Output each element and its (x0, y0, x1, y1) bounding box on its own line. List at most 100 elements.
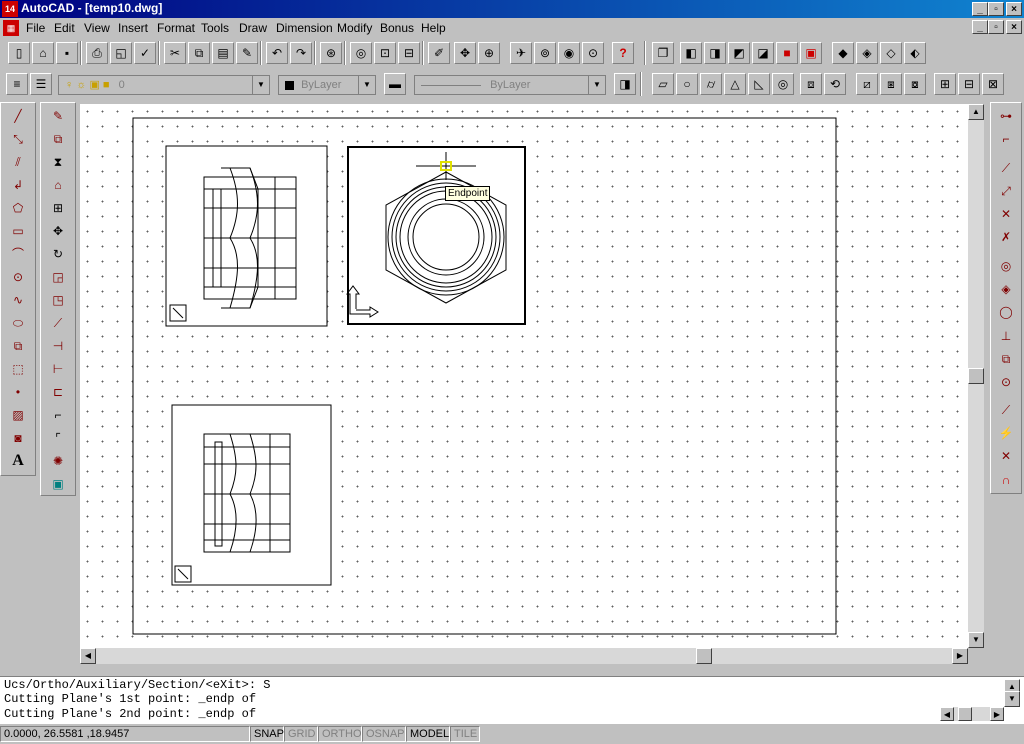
make-object-layer-current-icon[interactable]: ≡ (6, 73, 28, 95)
point-icon[interactable]: • (7, 381, 29, 403)
named-views-icon[interactable]: ❐ (652, 42, 674, 64)
snap-center-icon[interactable]: ◎ (995, 255, 1017, 277)
zoom-previous-icon[interactable]: ◉ (558, 42, 580, 64)
snap-nearest-icon[interactable]: ⟋ (995, 399, 1017, 421)
linetype-combo[interactable]: ByLayer ▼ (414, 75, 606, 95)
scale-icon[interactable]: ◲ (47, 266, 69, 288)
insert-block-icon[interactable]: ⧉ (7, 335, 29, 357)
snap-quick-icon[interactable]: ⚡ (995, 422, 1017, 444)
pan-icon[interactable]: ✥ (454, 42, 476, 64)
osnap-settings-icon[interactable]: ∩ (995, 469, 1017, 491)
snap-quadrant-icon[interactable]: ◈ (995, 278, 1017, 300)
color-combo[interactable]: ByLayer ▼ (278, 75, 376, 95)
grid-toggle[interactable]: GRID (284, 726, 318, 742)
zoom-extents-icon[interactable]: ⊙ (582, 42, 604, 64)
chevron-down-icon[interactable]: ▼ (252, 76, 269, 94)
multiline-text-icon[interactable]: A (7, 450, 29, 472)
setup-profile-icon[interactable]: ⊠ (982, 73, 1004, 95)
save-disk-icon[interactable]: ▪ (56, 42, 78, 64)
snap-midpoint-icon[interactable]: ⤢ (995, 180, 1017, 202)
restore-button[interactable]: ▫ (988, 2, 1004, 16)
se-iso-icon[interactable]: ◈ (856, 42, 878, 64)
zoom-realtime-icon[interactable]: ⊕ (478, 42, 500, 64)
tile-toggle[interactable]: TILE (450, 726, 480, 742)
menu-format[interactable]: Format (157, 21, 195, 35)
close-button[interactable]: × (1006, 2, 1022, 16)
extend-icon[interactable]: ⊢ (47, 358, 69, 380)
properties-icon[interactable]: ◨ (614, 73, 636, 95)
menu-insert[interactable]: Insert (118, 21, 148, 35)
open-folder-icon[interactable]: ⌂ (32, 42, 54, 64)
scroll-thumb[interactable] (696, 648, 712, 664)
cylinder-solid-icon[interactable]: ⌭ (700, 73, 722, 95)
view-bottom-icon[interactable]: ◨ (704, 42, 726, 64)
snap-perpendicular-icon[interactable]: ⊥ (995, 325, 1017, 347)
view-left-icon[interactable]: ◩ (728, 42, 750, 64)
polygon-icon[interactable]: ⬠ (7, 197, 29, 219)
menu-modify[interactable]: Modify (337, 21, 372, 35)
lengthen-icon[interactable]: ⟋ (47, 312, 69, 334)
layer-combo[interactable]: ♀ ☼ ▣ ■ 0 ▼ (58, 75, 270, 95)
cone-solid-icon[interactable]: △ (724, 73, 746, 95)
snap-node-icon[interactable]: ⊙ (995, 371, 1017, 393)
spelling-icon[interactable]: ✓ (134, 42, 156, 64)
scroll-left-icon[interactable]: ◀ (940, 707, 954, 721)
cut-icon[interactable]: ✂ (164, 42, 186, 64)
cmd-horizontal-scrollbar[interactable]: ◀ ▶ (940, 707, 1004, 721)
match-properties-icon[interactable]: ✎ (236, 42, 258, 64)
line-icon[interactable]: ╱ (7, 105, 29, 127)
drawing-area[interactable]: Endpoint (80, 104, 968, 648)
doc-restore-button[interactable]: ▫ (988, 20, 1004, 34)
rotate-icon[interactable]: ↻ (47, 243, 69, 265)
snap-none-icon[interactable]: ✕ (995, 445, 1017, 467)
properties-list-icon[interactable]: ▣ (47, 473, 69, 495)
command-window[interactable]: Ucs/Ortho/Auxiliary/Section/<eXit>: S Cu… (0, 676, 1024, 725)
menu-edit[interactable]: Edit (54, 21, 75, 35)
fillet-icon[interactable]: ⌜ (47, 427, 69, 449)
torus-solid-icon[interactable]: ◎ (772, 73, 794, 95)
scroll-left-icon[interactable]: ◀ (80, 648, 96, 664)
multiline-icon[interactable]: ⫽ (7, 151, 29, 173)
mirror-icon[interactable]: ⧗ (47, 151, 69, 173)
interfere-icon[interactable]: ⧇ (904, 73, 926, 95)
tracking-icon[interactable]: ⊶ (995, 105, 1017, 127)
menu-file[interactable]: File (26, 21, 45, 35)
doc-minimize-button[interactable]: _ (972, 20, 988, 34)
undo-icon[interactable]: ↶ (266, 42, 288, 64)
snap-tangent-icon[interactable]: ◯ (995, 301, 1017, 323)
menu-dimension[interactable]: Dimension (276, 21, 333, 35)
osnap-flyout-icon[interactable]: ◎ (350, 42, 372, 64)
redo-icon[interactable]: ↷ (290, 42, 312, 64)
snap-insertion-icon[interactable]: ⧉ (995, 348, 1017, 370)
menu-help[interactable]: Help (421, 21, 446, 35)
view-back-icon[interactable]: ▣ (800, 42, 822, 64)
scroll-thumb[interactable] (958, 707, 972, 721)
setup-drawing-icon[interactable]: ⊟ (958, 73, 980, 95)
circle-icon[interactable]: ⊙ (7, 266, 29, 288)
break-icon[interactable]: ⊏ (47, 381, 69, 403)
minimize-button[interactable]: _ (972, 2, 988, 16)
document-icon[interactable]: ▦ (3, 20, 19, 36)
scroll-right-icon[interactable]: ▶ (990, 707, 1004, 721)
print-icon[interactable]: ⎙ (86, 42, 108, 64)
chevron-down-icon[interactable]: ▼ (358, 76, 375, 94)
stretch-icon[interactable]: ◳ (47, 289, 69, 311)
inquiry-flyout-icon[interactable]: ⊟ (398, 42, 420, 64)
new-file-icon[interactable]: ▯ (8, 42, 30, 64)
snap-from-icon[interactable]: ⌐ (995, 128, 1017, 150)
offset-icon[interactable]: ⌂ (47, 174, 69, 196)
zoom-window-icon[interactable]: ⊚ (534, 42, 556, 64)
snap-toggle[interactable]: SNAP (250, 726, 284, 742)
chamfer-icon[interactable]: ⌐ (47, 404, 69, 426)
region-icon[interactable]: ◙ (7, 427, 29, 449)
hyperlink-icon[interactable]: ⊛ (320, 42, 342, 64)
linetype-icon[interactable]: ▬ (384, 73, 406, 95)
extrude-icon[interactable]: ⧈ (800, 73, 822, 95)
ellipse-icon[interactable]: ⬭ (7, 312, 29, 334)
redraw-icon[interactable]: ✐ (428, 42, 450, 64)
print-preview-icon[interactable]: ◱ (110, 42, 132, 64)
view-front-icon[interactable]: ■ (776, 42, 798, 64)
view-top-icon[interactable]: ◧ (680, 42, 702, 64)
revolve-icon[interactable]: ⟲ (824, 73, 846, 95)
scroll-thumb[interactable] (968, 368, 984, 384)
